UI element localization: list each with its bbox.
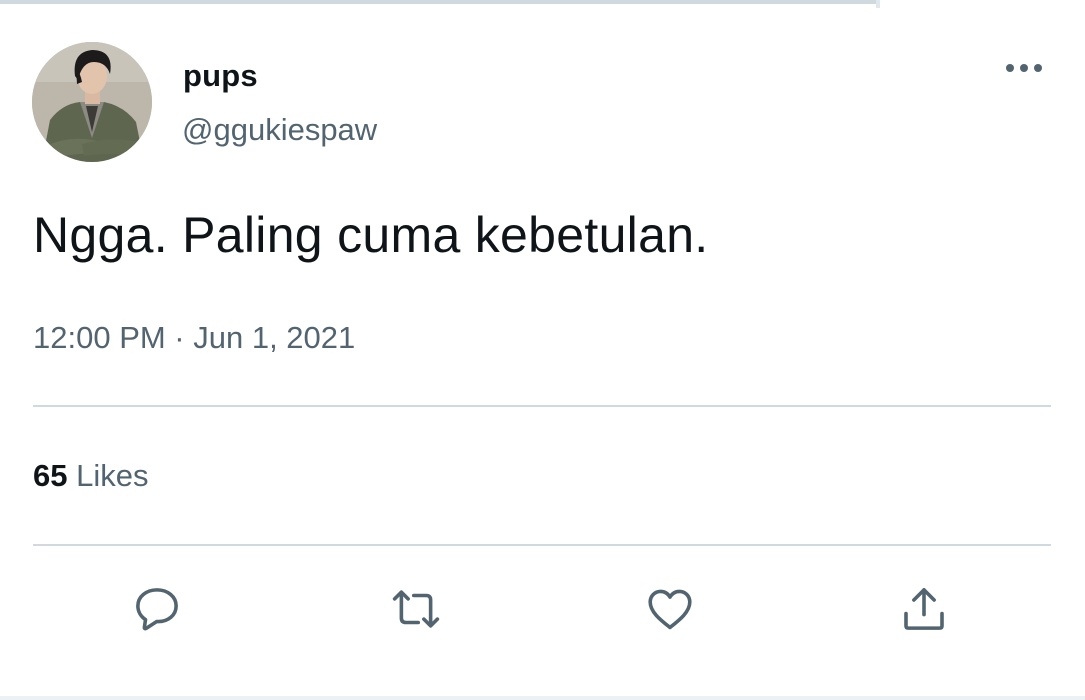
heart-icon bbox=[648, 589, 692, 630]
tweet-card: pups @ggukiespaw Ngga. Paling cuma kebet… bbox=[0, 0, 1085, 700]
more-options-button[interactable] bbox=[1000, 56, 1048, 80]
retweet-button[interactable] bbox=[389, 582, 443, 636]
divider bbox=[33, 544, 1051, 546]
top-border-edge bbox=[876, 0, 880, 8]
like-button[interactable] bbox=[643, 582, 697, 636]
likes-count: 65 bbox=[33, 458, 68, 493]
top-border bbox=[0, 0, 876, 4]
speech-bubble-icon bbox=[136, 588, 178, 631]
avatar[interactable] bbox=[32, 42, 152, 162]
avatar-image bbox=[32, 42, 152, 162]
display-name[interactable]: pups bbox=[183, 58, 258, 94]
user-handle[interactable]: @ggukiespaw bbox=[182, 112, 377, 148]
ellipsis-icon bbox=[1006, 64, 1014, 72]
likes-stat[interactable]: 65 Likes bbox=[33, 458, 148, 494]
reply-button[interactable] bbox=[130, 582, 184, 636]
bottom-border bbox=[0, 696, 1085, 700]
retweet-arrows-icon bbox=[392, 590, 440, 628]
share-upload-icon bbox=[904, 588, 944, 630]
tweet-timestamp[interactable]: 12:00 PM · Jun 1, 2021 bbox=[33, 320, 355, 356]
likes-label: Likes bbox=[76, 458, 149, 493]
divider bbox=[33, 405, 1051, 407]
ellipsis-icon-dot bbox=[1020, 64, 1028, 72]
tweet-text: Ngga. Paling cuma kebetulan. bbox=[33, 207, 709, 263]
ellipsis-icon-dot bbox=[1034, 64, 1042, 72]
share-button[interactable] bbox=[897, 582, 951, 636]
